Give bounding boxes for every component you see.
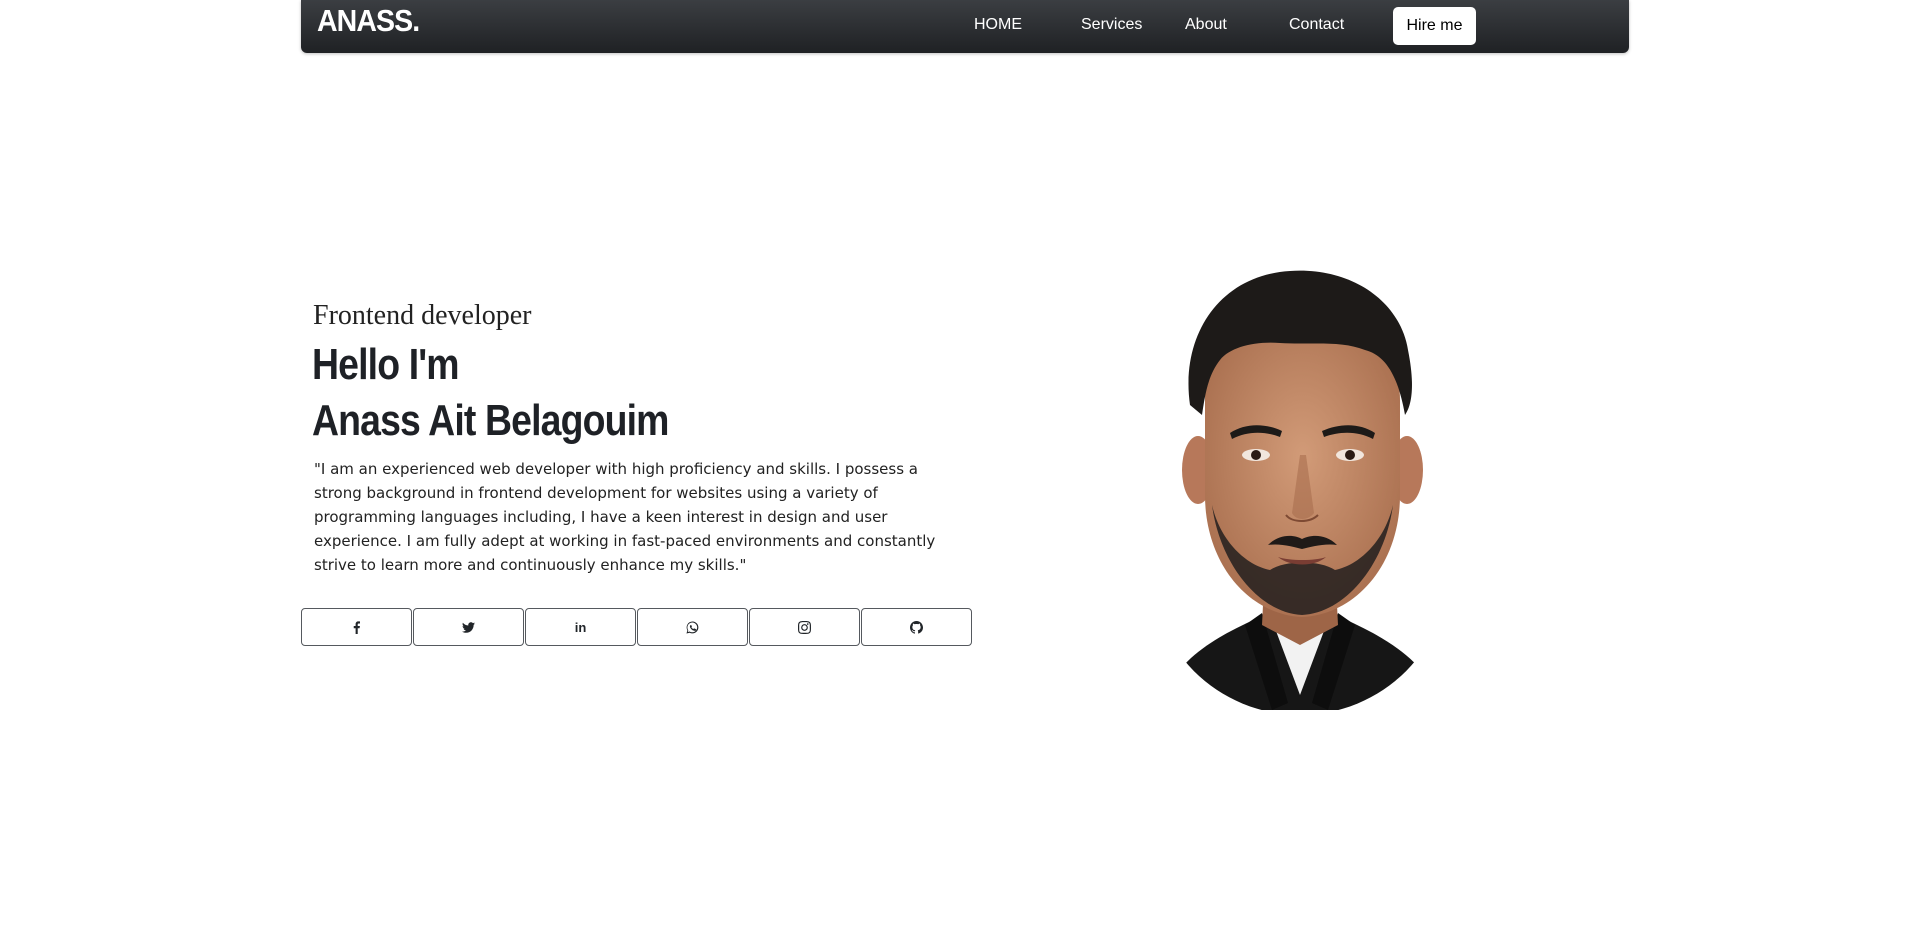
github-icon [910, 620, 923, 634]
page: ANASS. HOME Services About Contact Hire … [0, 0, 1919, 936]
facebook-icon [353, 620, 360, 634]
twitter-button[interactable] [413, 608, 524, 646]
twitter-icon [462, 621, 475, 633]
whatsapp-button[interactable] [637, 608, 748, 646]
instagram-icon [798, 620, 811, 634]
profile-photo [1150, 265, 1450, 710]
hero-subtitle: Frontend developer [313, 300, 532, 331]
hero-bio: "I am an experienced web developer with … [314, 460, 936, 574]
brand-logo[interactable]: ANASS. [317, 3, 420, 39]
hero-greeting: Hello I'm [312, 340, 460, 389]
nav-link-services[interactable]: Services [1081, 16, 1142, 34]
github-button[interactable] [861, 608, 972, 646]
nav-link-contact[interactable]: Contact [1289, 16, 1344, 34]
hero-name: Anass Ait Belagouim [312, 396, 669, 445]
navbar: ANASS. HOME Services About Contact Hire … [301, 0, 1629, 53]
facebook-button[interactable] [301, 608, 412, 646]
nav-link-about[interactable]: About [1185, 16, 1227, 34]
social-links: in [301, 608, 973, 646]
linkedin-button[interactable]: in [525, 608, 636, 646]
whatsapp-icon [686, 620, 699, 634]
linkedin-icon: in [574, 619, 587, 635]
hire-me-button[interactable]: Hire me [1393, 7, 1476, 45]
instagram-button[interactable] [749, 608, 860, 646]
nav-link-home[interactable]: HOME [974, 16, 1022, 34]
